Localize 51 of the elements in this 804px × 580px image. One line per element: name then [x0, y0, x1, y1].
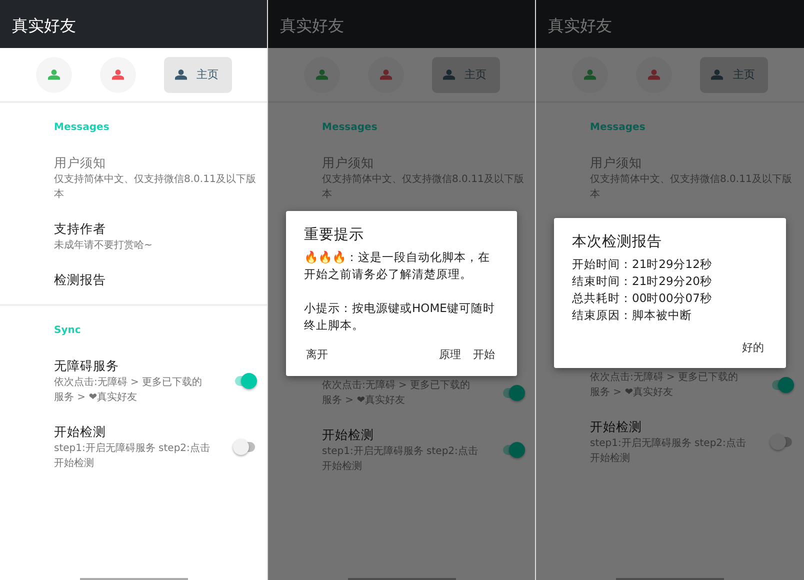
tab[interactable] [36, 56, 72, 92]
dialog-title: 重要提示 [304, 226, 365, 245]
dialog-button[interactable]: 离开 [304, 342, 332, 366]
dialog-button[interactable]: 好的 [738, 335, 768, 359]
dialog-text: 结束原因：脚本被中断 [572, 307, 693, 324]
setting-title: 开始检测 [590, 418, 643, 436]
setting-description: 仅支持简体中文、仅支持微信8.0.11及以下版本 [54, 172, 257, 202]
setting-description: 仅支持简体中文、仅支持微信8.0.11及以下版本 [590, 172, 793, 202]
toggle-switch[interactable] [501, 442, 525, 458]
tab[interactable] [304, 56, 340, 92]
toggle-switch[interactable] [770, 377, 794, 393]
toggle-switch[interactable] [770, 434, 794, 450]
dialog-text: 小提示：按电源键或HOME键可随时终止脚本。 [304, 300, 496, 334]
setting-description: 依次点击:无障碍 > 更多已下载的服务 > ❤真实好友 [54, 376, 204, 405]
setting-title: 用户须知 [54, 154, 107, 172]
toggle-switch[interactable] [501, 385, 525, 401]
app-title: 真实好友 [12, 16, 76, 36]
tab[interactable] [572, 56, 608, 92]
setting-description: 依次点击:无障碍 > 更多已下载的服务 > ❤真实好友 [322, 378, 472, 408]
setting-title: 用户须知 [322, 154, 375, 172]
setting-description: 依次点击:无障碍 > 更多已下载的服务 > ❤真实好友 [590, 370, 740, 400]
setting-title: 无障碍服务 [54, 357, 120, 375]
toggle-switch[interactable] [233, 439, 257, 455]
app-title: 真实好友 [280, 16, 344, 36]
dialog-text: 总共耗时：00时00分07秒 [572, 290, 713, 307]
setting-title: 开始检测 [54, 423, 107, 441]
setting-description: 仅支持简体中文、仅支持微信8.0.11及以下版本 [322, 172, 525, 202]
setting-title: 开始检测 [322, 426, 375, 444]
section-header: Messages [53, 121, 110, 135]
setting-title: 用户须知 [590, 154, 643, 172]
section-header: Sync [53, 324, 82, 338]
dialog-text: 🔥🔥🔥：这是一段自动化脚本，在开始之前请务必了解清楚原理。 [304, 249, 491, 283]
section-header: Messages [321, 121, 378, 135]
setting-description: step1:开启无障碍服务 step2:点击开始检测 [322, 444, 478, 474]
setting-description: step1:开启无障碍服务 step2:点击开始检测 [54, 442, 210, 471]
dialog-button[interactable]: 开始 [469, 342, 499, 366]
app-title: 真实好友 [548, 16, 612, 36]
tab[interactable] [100, 56, 136, 92]
tab[interactable] [368, 56, 404, 92]
setting-title: 检测报告 [54, 271, 107, 289]
dialog-text: 结束时间：21时29分20秒 [572, 273, 713, 290]
dialog-title: 本次检测报告 [572, 233, 663, 252]
toggle-switch[interactable] [233, 373, 257, 389]
dialog-button[interactable]: 原理 [435, 342, 465, 366]
section-header: Messages [589, 121, 646, 135]
tab[interactable] [636, 56, 672, 92]
tab[interactable]: 主页 [164, 56, 232, 92]
setting-description: 未成年请不要打赏哈~ [54, 238, 154, 253]
setting-description: step1:开启无障碍服务 step2:点击开始检测 [590, 436, 746, 466]
setting-title: 支持作者 [54, 220, 107, 238]
dialog-text: 开始时间：21时29分12秒 [572, 256, 713, 273]
